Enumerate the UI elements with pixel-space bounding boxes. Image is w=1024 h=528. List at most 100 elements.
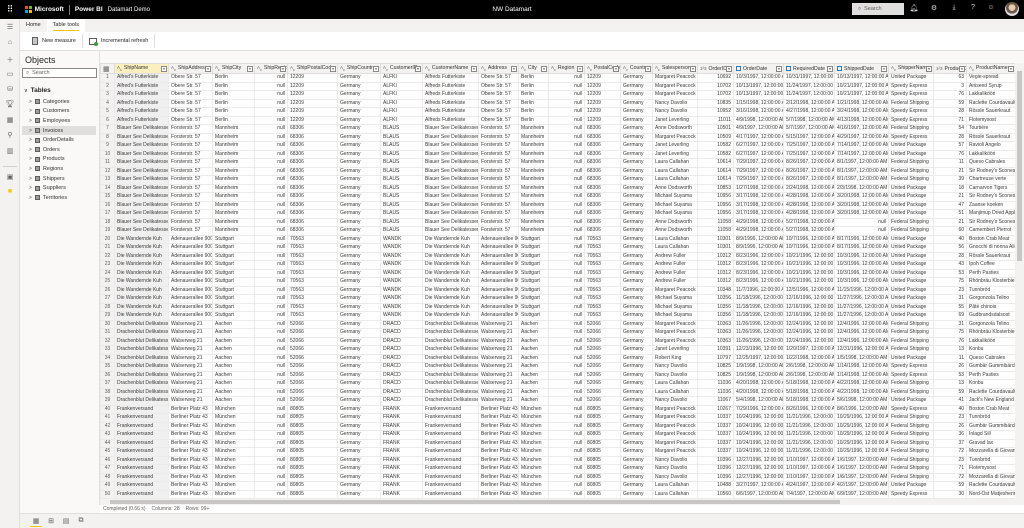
- cell-shipcountry[interactable]: Germany: [337, 481, 381, 491]
- column-header-shippostalcode[interactable]: Ac ShipPostalCode ▾: [287, 63, 338, 74]
- column-header-requireddate[interactable]: RequiredDate ▾: [783, 63, 835, 74]
- cell-postalcode[interactable]: 80805: [584, 455, 621, 465]
- row-number[interactable]: 3: [100, 90, 115, 100]
- cell-shipaddress[interactable]: Obere Str. 57: [168, 98, 213, 108]
- cell-requireddate[interactable]: 7/25/1997, 12:00:00 AM: [783, 149, 835, 159]
- cell-shipcountry[interactable]: Germany: [337, 81, 381, 91]
- cell-address[interactable]: Berliner Platz 43: [478, 472, 519, 482]
- cell-customerid[interactable]: FRANK: [380, 438, 423, 448]
- table-row[interactable]: 48 Frankenversand Berliner Platz 43 München…: [100, 472, 1015, 482]
- cell-customername[interactable]: Blauer See Delikatessen: [422, 192, 479, 202]
- cell-shipregion[interactable]: null: [254, 183, 288, 193]
- cell-shippostalcode[interactable]: 80805: [287, 472, 338, 482]
- cell-shipcity[interactable]: Stuttgart: [212, 243, 255, 253]
- select-all-icon[interactable]: ▦: [100, 63, 115, 74]
- cell-region[interactable]: null: [548, 175, 585, 185]
- table-row[interactable]: 12 Blauer See Delikatessen Forsterstr. 57 M…: [100, 166, 1015, 176]
- cell-salesperson[interactable]: Janet Leverling: [652, 115, 698, 125]
- cell-salesperson[interactable]: Margaret Peacock: [652, 421, 698, 431]
- cell-shipcity[interactable]: Stuttgart: [212, 268, 255, 278]
- cell-shipaddress[interactable]: Forsterstr. 57: [168, 175, 213, 185]
- cell-shippostalcode[interactable]: 80805: [287, 447, 338, 457]
- create-icon[interactable]: ＋: [0, 55, 20, 65]
- cell-orderid[interactable]: 10363: [697, 319, 734, 329]
- cell-productname[interactable]: Tunnbröd: [966, 285, 1015, 295]
- cell-country[interactable]: Germany: [620, 481, 653, 491]
- table-item-customers[interactable]: > Customers: [22, 107, 96, 117]
- cell-shipaddress[interactable]: Obere Str. 57: [168, 90, 213, 100]
- cell-shippername[interactable]: Federal Shipping: [888, 124, 934, 134]
- cell-productid[interactable]: 71: [933, 464, 967, 474]
- cell-country[interactable]: Germany: [620, 421, 653, 431]
- cell-city[interactable]: München: [518, 421, 549, 431]
- cell-shipaddress[interactable]: Forsterstr. 57: [168, 192, 213, 202]
- cell-shipaddress[interactable]: Walserweg 21: [168, 353, 213, 363]
- cell-orderid[interactable]: 10267: [697, 404, 734, 414]
- cell-shippername[interactable]: Speedy Express: [888, 489, 934, 499]
- cell-shipname[interactable]: Die Wandernde Kuh: [114, 243, 169, 253]
- cell-postalcode[interactable]: 80805: [584, 447, 621, 457]
- cell-orderdate[interactable]: 1/9/1998, 12:00:00 AM: [733, 362, 784, 372]
- cell-productname[interactable]: Gudbrandsdalsost: [966, 311, 1015, 321]
- cell-salesperson[interactable]: Margaret Peacock: [652, 90, 698, 100]
- objects-search-input[interactable]: ⌕ Search: [22, 68, 97, 78]
- cell-address[interactable]: Adenauerallee 900: [478, 302, 519, 312]
- cell-region[interactable]: null: [548, 243, 585, 253]
- cell-shippostalcode[interactable]: 80805: [287, 421, 338, 431]
- cell-address[interactable]: Obere Str. 57: [478, 90, 519, 100]
- cell-shippeddate[interactable]: 10/3/1996, 12:00:00 AM: [834, 251, 889, 261]
- column-filter-dropdown[interactable]: ▾: [415, 66, 421, 72]
- cell-salesperson[interactable]: Michael Suyama: [652, 311, 698, 321]
- cell-shippeddate[interactable]: 4/22/1998, 12:00:00 AM: [834, 379, 889, 389]
- cell-orderdate[interactable]: 3/17/1998, 12:00:00 AM: [733, 209, 784, 219]
- cell-orderid[interactable]: 10582: [697, 141, 734, 151]
- cell-shipcountry[interactable]: Germany: [337, 336, 381, 346]
- cell-shipname[interactable]: Frankenversand: [114, 472, 169, 482]
- cell-postalcode[interactable]: 80805: [584, 438, 621, 448]
- cell-orderdate[interactable]: 3/27/1997, 12:00:00 AM: [733, 481, 784, 491]
- cell-productname[interactable]: Vegie-spread: [966, 73, 1015, 83]
- cell-shipcountry[interactable]: Germany: [337, 132, 381, 142]
- cell-postalcode[interactable]: 52066: [584, 353, 621, 363]
- cell-customerid[interactable]: WANDK: [380, 251, 423, 261]
- cell-shipname[interactable]: Die Wandernde Kuh: [114, 260, 169, 270]
- cell-postalcode[interactable]: 70563: [584, 294, 621, 304]
- cell-productname[interactable]: Inlagd Sill: [966, 430, 1015, 440]
- cell-shipaddress[interactable]: Berliner Platz 43: [168, 430, 213, 440]
- cell-shipname[interactable]: Frankenversand: [114, 464, 169, 474]
- cell-productid[interactable]: 39: [933, 175, 967, 185]
- column-header-shipcity[interactable]: Ac ShipCity ▾: [212, 63, 255, 74]
- column-header-postalcode[interactable]: Ac PostalCode ▾: [584, 63, 621, 74]
- cell-shipcountry[interactable]: Germany: [337, 124, 381, 134]
- cell-address[interactable]: Berliner Platz 43: [478, 489, 519, 499]
- cell-customername[interactable]: Die Wandernde Kuh: [422, 294, 479, 304]
- cell-shippeddate[interactable]: 8/17/1996, 12:00:00 AM: [834, 234, 889, 244]
- cell-customername[interactable]: Alfreds Futterkiste: [422, 115, 479, 125]
- cell-postalcode[interactable]: 70563: [584, 260, 621, 270]
- cell-customername[interactable]: Blauer See Delikatessen: [422, 217, 479, 227]
- column-header-country[interactable]: Ac Country ▾: [620, 63, 653, 74]
- cell-customername[interactable]: Die Wandernde Kuh: [422, 243, 479, 253]
- cell-shipcity[interactable]: Aachen: [212, 387, 255, 397]
- cell-customerid[interactable]: FRANK: [380, 464, 423, 474]
- cell-postalcode[interactable]: 68306: [584, 192, 621, 202]
- row-number[interactable]: 7: [100, 124, 115, 134]
- cell-shipaddress[interactable]: Forsterstr. 57: [168, 209, 213, 219]
- cell-orderdate[interactable]: 7/29/1996, 12:00:00 AM: [733, 404, 784, 414]
- cell-orderdate[interactable]: 6/27/1997, 12:00:00 AM: [733, 149, 784, 159]
- row-number[interactable]: 49: [100, 481, 115, 491]
- cell-country[interactable]: Germany: [620, 115, 653, 125]
- cell-shippername[interactable]: Speedy Express: [888, 132, 934, 142]
- cell-shippostalcode[interactable]: 70563: [287, 251, 338, 261]
- cell-shipcountry[interactable]: Germany: [337, 311, 381, 321]
- cell-shippername[interactable]: Federal Shipping: [888, 319, 934, 329]
- table-row[interactable]: 18 Blauer See Delikatessen Forsterstr. 57 M…: [100, 217, 1015, 227]
- cell-address[interactable]: Adenauerallee 900: [478, 234, 519, 244]
- cell-requireddate[interactable]: 5/15/1997, 12:00:00 AM: [783, 132, 835, 142]
- cell-shipregion[interactable]: null: [254, 158, 288, 168]
- cell-salesperson[interactable]: Laura Callahan: [652, 166, 698, 176]
- cell-customername[interactable]: Blauer See Delikatessen: [422, 166, 479, 176]
- cell-requireddate[interactable]: 12/16/1996, 12:00:00 AM: [783, 294, 835, 304]
- table-item-categories[interactable]: > Categories: [22, 97, 96, 107]
- cell-requireddate[interactable]: 5/18/1998, 12:00:00 AM: [783, 396, 835, 406]
